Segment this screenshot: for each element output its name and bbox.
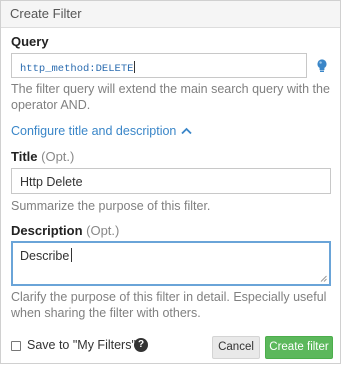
save-to-my-filters-checkbox[interactable] [11, 341, 21, 351]
chevron-up-icon [181, 127, 193, 135]
dialog-body: Query http_method:DELETE The filter quer… [1, 28, 340, 320]
text-caret [71, 248, 73, 262]
dialog-title: Create Filter [10, 6, 82, 21]
query-input[interactable]: http_method:DELETE [11, 53, 307, 78]
create-filter-dialog: Create Filter Query http_method:DELETE T… [0, 0, 341, 364]
dialog-footer: Save to "My Filters" ? Cancel Create fil… [1, 335, 341, 359]
configure-title-description-link[interactable]: Configure title and description [11, 124, 193, 138]
create-filter-button[interactable]: Create filter [265, 336, 333, 359]
description-help-text: Clarify the purpose of this filter in de… [11, 290, 327, 320]
cancel-button[interactable]: Cancel [212, 336, 260, 359]
query-help-text: The filter query will extend the main se… [11, 82, 330, 112]
title-label-text: Title [11, 149, 38, 164]
configure-link-label: Configure title and description [11, 124, 177, 138]
description-label-text: Description [11, 223, 83, 238]
lightbulb-icon[interactable] [316, 58, 328, 74]
save-to-my-filters-label[interactable]: Save to "My Filters" [27, 338, 136, 352]
title-label: Title (Opt.) [11, 149, 74, 164]
description-label: Description (Opt.) [11, 223, 119, 238]
title-input-value: Http Delete [20, 175, 83, 189]
description-textarea[interactable]: Describe [11, 241, 331, 286]
dialog-header: Create Filter [1, 1, 340, 28]
title-optional-hint: (Opt.) [41, 149, 75, 164]
title-input[interactable]: Http Delete [11, 168, 331, 194]
query-row: http_method:DELETE [11, 53, 333, 79]
resize-handle-icon[interactable] [320, 275, 327, 282]
query-input-value: http_method:DELETE [20, 63, 134, 75]
description-textarea-value: Describe [20, 249, 70, 263]
query-label: Query [11, 34, 49, 49]
text-caret [134, 61, 136, 73]
title-help-text: Summarize the purpose of this filter. [11, 199, 211, 213]
description-optional-hint: (Opt.) [86, 223, 120, 238]
question-circle-icon[interactable]: ? [134, 338, 148, 352]
